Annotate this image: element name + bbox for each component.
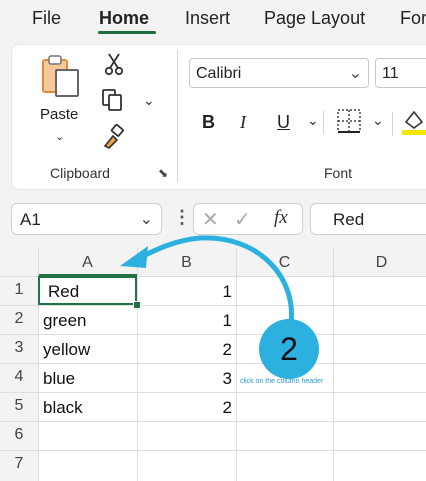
annotation-caption: click on the column header	[240, 378, 324, 385]
annotation-step-number: 2	[280, 331, 298, 367]
annotation-arrow-icon	[120, 235, 294, 333]
